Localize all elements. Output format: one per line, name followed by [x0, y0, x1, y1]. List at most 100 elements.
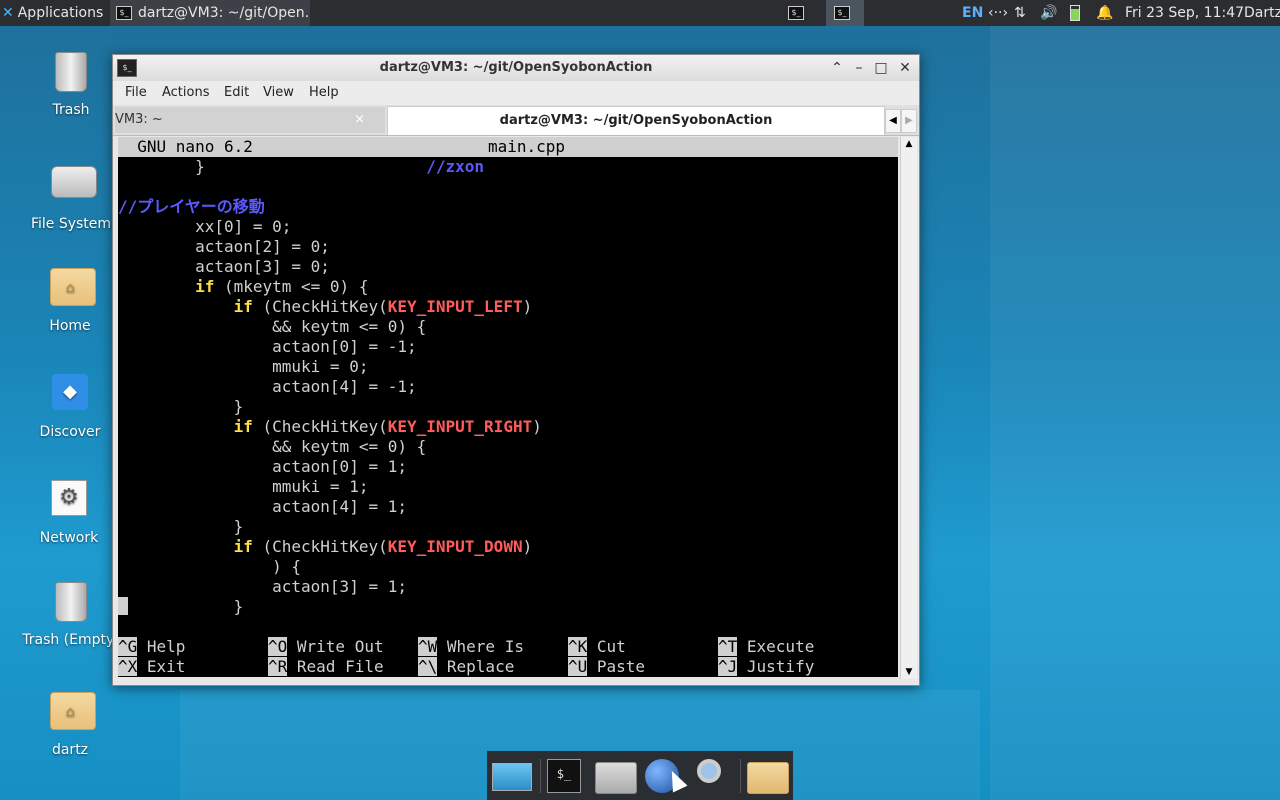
- battery-icon[interactable]: [1070, 0, 1080, 26]
- shortcut-execute[interactable]: ^T Execute: [718, 637, 814, 657]
- code-line: }: [118, 597, 244, 616]
- shortcut-label: Cut: [587, 637, 626, 656]
- shortcut-read-file[interactable]: ^R Read File: [268, 657, 384, 677]
- taskbar-window-label: dartz@VM3: ~/git/Open...: [138, 5, 310, 21]
- terminal-window: $_ dartz@VM3: ~/git/OpenSyobonAction ⌃ –…: [112, 54, 920, 686]
- dock-show-desktop-icon[interactable]: [492, 759, 532, 793]
- terminal-icon: $_: [788, 6, 804, 20]
- home-folder-icon: ⌂: [50, 268, 96, 312]
- shortcut-label: Paste: [587, 657, 646, 676]
- dock-terminal-icon[interactable]: $_: [547, 759, 587, 793]
- shortcut-justify[interactable]: ^J Justify: [718, 657, 814, 677]
- desktop-icon-dartz[interactable]: ⌂ dartz: [15, 688, 125, 758]
- dock-separator: [540, 759, 541, 793]
- clock[interactable]: Fri 23 Sep, 11:47: [1125, 0, 1244, 26]
- code-text: }: [118, 157, 427, 176]
- nano-filename: main.cpp: [488, 137, 566, 156]
- desktop-icon-label: dartz: [51, 742, 89, 758]
- shortcut-key: ^O: [268, 637, 288, 656]
- nano-shortcut-bar: ^G Help ^O Write Out ^W Where Is ^K Cut …: [118, 637, 898, 677]
- tab-close-icon[interactable]: ×: [354, 107, 365, 133]
- tab-opensyobonaction[interactable]: dartz@VM3: ~/git/OpenSyobonAction: [387, 106, 885, 135]
- shortcut-label: Help: [137, 637, 186, 656]
- desktop-icon-trash-empty[interactable]: Trash (Empty): [16, 582, 126, 648]
- window-titlebar[interactable]: $_ dartz@VM3: ~/git/OpenSyobonAction ⌃ –…: [113, 55, 919, 81]
- minimize-button[interactable]: –: [849, 58, 869, 78]
- tab-vm3-home[interactable]: VM3: ~ ×: [115, 107, 385, 133]
- terminal-content[interactable]: GNU nano 6.2 main.cpp } //zxon //プレイヤーの移動…: [118, 137, 898, 677]
- volume-icon[interactable]: 🔊: [1040, 0, 1057, 26]
- close-button[interactable]: ✕: [895, 58, 915, 78]
- shortcut-key: ^\: [418, 657, 438, 676]
- shortcut-replace[interactable]: ^\ Replace: [418, 657, 514, 677]
- menu-help[interactable]: Help: [309, 81, 339, 105]
- code-line: //プレイヤーの移動: [118, 197, 265, 217]
- desktop-icon-trash[interactable]: Trash: [16, 52, 126, 118]
- applications-menu[interactable]: ✕ Applications: [2, 0, 103, 26]
- dock-folder-icon[interactable]: [747, 759, 789, 794]
- code-keyword: if: [233, 297, 253, 316]
- code-line: mmuki = 0;: [118, 357, 369, 376]
- code-comment: //プレイヤーの移動: [118, 197, 265, 216]
- shortcut-write-out[interactable]: ^O Write Out: [268, 637, 384, 657]
- workspace-2[interactable]: $_: [826, 0, 864, 26]
- code-text: (CheckHitKey(: [252, 297, 388, 316]
- xfce-logo-icon: ✕: [2, 5, 14, 21]
- user-menu[interactable]: Dartz: [1244, 0, 1280, 26]
- shortcut-key: ^R: [268, 657, 288, 676]
- code-line: if (CheckHitKey(KEY_INPUT_RIGHT): [118, 417, 542, 437]
- shade-button[interactable]: ⌃: [827, 58, 847, 78]
- workspace-1[interactable]: $_: [786, 0, 812, 26]
- menu-file[interactable]: File: [125, 81, 147, 105]
- text-cursor: [118, 597, 128, 615]
- code-macro: KEY_INPUT_LEFT: [387, 297, 523, 316]
- nano-version: GNU nano 6.2: [118, 137, 253, 156]
- code-line: actaon[3] = 1;: [118, 577, 407, 596]
- code-text: ): [522, 297, 533, 316]
- keyboard-layout-indicator[interactable]: EN: [962, 0, 983, 26]
- scroll-up-arrow-icon[interactable]: ▲: [901, 137, 917, 151]
- vertical-scrollbar[interactable]: ▲ ▼: [900, 137, 917, 679]
- code-line: actaon[4] = 1;: [118, 497, 407, 516]
- tab-bar: VM3: ~ × dartz@VM3: ~/git/OpenSyobonActi…: [113, 105, 919, 136]
- menu-edit[interactable]: Edit: [224, 81, 249, 105]
- transfer-icon[interactable]: ⇅: [1014, 0, 1026, 26]
- shortcut-label: Execute: [737, 637, 815, 656]
- drive-icon: [51, 166, 97, 210]
- taskbar-window-button[interactable]: $_ dartz@VM3: ~/git/Open...: [110, 0, 310, 26]
- shortcut-paste[interactable]: ^U Paste: [568, 657, 645, 677]
- maximize-button[interactable]: □: [871, 58, 891, 78]
- menu-actions[interactable]: Actions: [162, 81, 210, 105]
- desktop-icon-file-system[interactable]: File System: [16, 158, 126, 232]
- shortcut-key: ^W: [418, 637, 438, 656]
- desktop-icon-home[interactable]: ⌂ Home: [15, 264, 125, 334]
- code-line: }: [118, 517, 244, 536]
- tab-scroll-right-button[interactable]: ▶: [901, 109, 917, 133]
- code-line: }: [118, 397, 244, 416]
- desktop-icon-network[interactable]: ⚙ Network: [14, 476, 124, 546]
- window-title: dartz@VM3: ~/git/OpenSyobonAction: [379, 60, 653, 75]
- desktop-icon-discover[interactable]: ◆ Discover: [15, 370, 125, 440]
- shortcut-help[interactable]: ^G Help: [118, 637, 185, 657]
- tab-scroll-left-button[interactable]: ◀: [885, 109, 901, 133]
- desktop-icon-label: Network: [39, 530, 99, 546]
- dock-app-finder-icon[interactable]: [693, 759, 733, 793]
- code-text: (mkeytm <= 0) {: [214, 277, 369, 296]
- dock-file-manager-icon[interactable]: [595, 759, 637, 794]
- code-comment: //zxon: [426, 157, 485, 176]
- network-icon[interactable]: ‹··›: [988, 0, 1008, 26]
- trash-icon: [51, 582, 91, 626]
- notification-bell-icon[interactable]: 🔔: [1096, 0, 1113, 26]
- shortcut-exit[interactable]: ^X Exit: [118, 657, 185, 677]
- code-line: actaon[3] = 0;: [118, 257, 330, 276]
- desktop-icon-label: Trash: [52, 102, 90, 118]
- code-line: if (mkeytm <= 0) {: [118, 277, 368, 297]
- terminal-icon: $_: [116, 6, 132, 20]
- scroll-down-arrow-icon[interactable]: ▼: [901, 665, 917, 679]
- shortcut-cut[interactable]: ^K Cut: [568, 637, 626, 657]
- menu-view[interactable]: View: [263, 81, 294, 105]
- code-text: (CheckHitKey(: [252, 417, 388, 436]
- shortcut-where-is[interactable]: ^W Where Is: [418, 637, 524, 657]
- code-macro: KEY_INPUT_DOWN: [387, 537, 523, 556]
- code-line: && keytm <= 0) {: [118, 317, 427, 336]
